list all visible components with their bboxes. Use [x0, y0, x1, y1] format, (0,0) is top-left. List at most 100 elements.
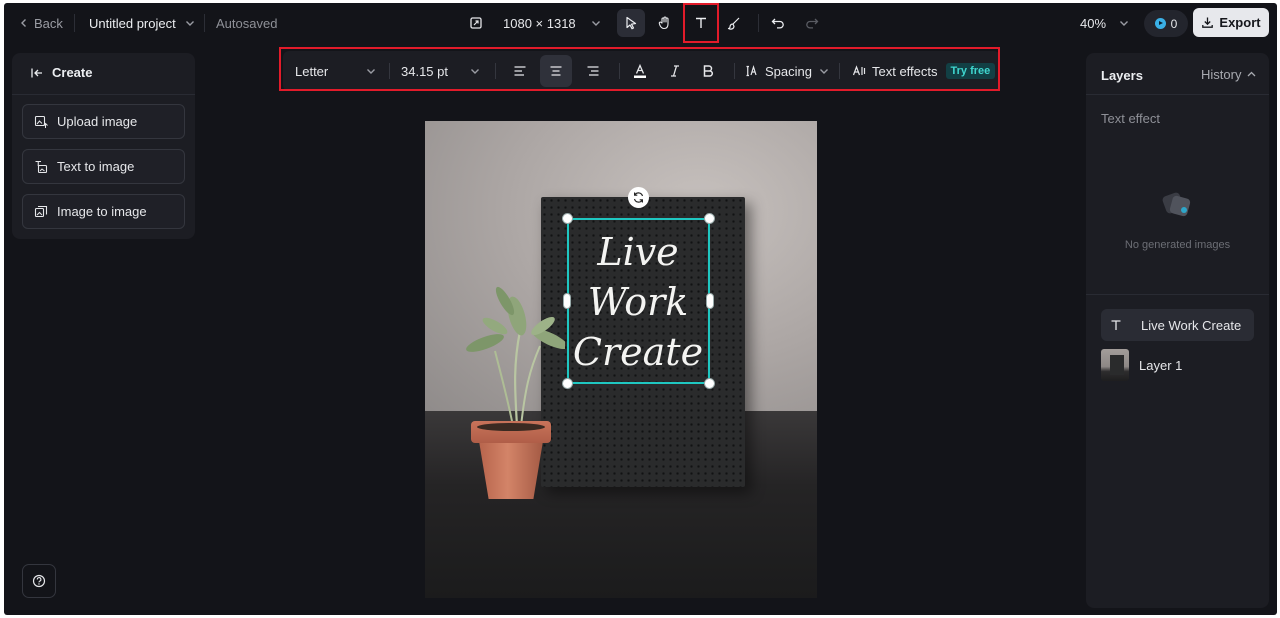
hand-tool[interactable] [651, 9, 679, 37]
align-center-button[interactable] [540, 55, 572, 87]
divider [758, 14, 759, 32]
layer-item-text[interactable]: Live Work Create [1101, 309, 1254, 341]
resize-handle-top-right[interactable] [704, 213, 715, 224]
resize-handle-bottom-right[interactable] [704, 378, 715, 389]
image-to-image-label: Image to image [57, 204, 147, 219]
help-icon [32, 574, 46, 588]
chevron-down-icon [185, 21, 194, 26]
design-canvas[interactable]: Live Work Create [425, 121, 817, 598]
resize-handle-right[interactable] [706, 293, 714, 309]
layers-panel: Layers History Text effect No generated … [1086, 53, 1269, 608]
canvas-size-dropdown[interactable]: 1080 × 1318 [469, 3, 602, 43]
font-family-dropdown[interactable]: Letter [295, 55, 377, 87]
bold-button[interactable] [692, 55, 724, 87]
create-panel-header[interactable]: Create [30, 65, 92, 80]
rotate-icon [633, 192, 644, 203]
divider [839, 63, 840, 79]
tab-history[interactable]: History [1201, 67, 1257, 82]
undo-icon [771, 18, 784, 29]
spacing-dropdown[interactable]: Spacing [745, 55, 830, 87]
export-button[interactable]: Export [1193, 8, 1269, 37]
cursor-arrow-icon [626, 16, 637, 30]
back-label: Back [34, 15, 63, 31]
text-to-image-label: Text to image [57, 159, 135, 174]
credits-button[interactable]: 0 [1144, 10, 1188, 37]
project-name: Untitled project [89, 15, 176, 31]
help-button[interactable] [22, 564, 56, 598]
image-to-image-button[interactable]: Image to image [22, 194, 185, 229]
chevron-down-icon [471, 69, 479, 74]
upload-image-button[interactable]: Upload image [22, 104, 185, 139]
italic-icon [671, 65, 679, 77]
text-format-toolbar: Letter 34.15 pt Spacing Text effects Try… [283, 51, 1000, 91]
autosave-status: Autosaved [216, 15, 278, 31]
chevron-down-icon [591, 21, 600, 26]
pot-body [479, 441, 543, 499]
text-to-image-button[interactable]: Text to image [22, 149, 185, 184]
align-left-icon [514, 66, 526, 76]
spacing-icon [746, 64, 757, 77]
chevron-up-icon [1247, 71, 1256, 77]
tab-history-label: History [1201, 67, 1242, 82]
empty-images-icon [1162, 192, 1191, 217]
zoom-dropdown[interactable]: 40% [1080, 3, 1130, 43]
redo-icon [806, 18, 819, 29]
plant-sprout-image [466, 286, 565, 427]
divider [1086, 294, 1269, 295]
layer-item-image[interactable]: Layer 1 [1101, 349, 1254, 381]
text-color-icon [634, 63, 646, 78]
italic-button[interactable] [659, 55, 691, 87]
canvas-size: 1080 × 1318 [503, 15, 576, 31]
redo-button[interactable] [798, 9, 826, 37]
credits-count: 0 [1170, 16, 1178, 31]
tab-layers[interactable]: Layers [1101, 68, 1143, 83]
font-size-value: 34.15 pt [401, 63, 448, 79]
text-tool[interactable] [687, 9, 715, 37]
resize-handle-left[interactable] [563, 293, 571, 309]
project-name-dropdown[interactable]: Untitled project [89, 3, 196, 43]
resize-handle-bottom-left[interactable] [562, 378, 573, 389]
upload-image-icon [34, 115, 48, 128]
empty-state-text: No generated images [1124, 239, 1231, 251]
brush-tool[interactable] [720, 9, 748, 37]
divider [734, 63, 735, 79]
export-label: Export [1219, 15, 1261, 30]
text-color-button[interactable] [624, 55, 656, 87]
credit-coin-icon [1154, 18, 1166, 29]
divider [389, 63, 390, 79]
brush-icon [727, 17, 740, 30]
layer-name: Live Work Create [1141, 317, 1242, 333]
back-button[interactable]: Back [18, 3, 63, 43]
create-panel-title: Create [52, 65, 93, 80]
chevron-down-icon [367, 69, 375, 74]
editor-app: Back Untitled project Autosaved 1080 × 1… [4, 3, 1277, 615]
image-layer-thumbnail [1101, 349, 1129, 381]
image-to-image-icon [34, 205, 48, 217]
undo-button[interactable] [764, 9, 792, 37]
align-center-icon [550, 66, 562, 76]
text-effects-button[interactable]: Text effects Try free [852, 55, 996, 87]
create-panel: Create Upload image Text to image Image … [12, 53, 195, 239]
top-bar: Back Untitled project Autosaved 1080 × 1… [4, 3, 1277, 43]
upload-image-label: Upload image [57, 114, 138, 129]
divider [74, 14, 75, 32]
chevron-down-icon [819, 69, 828, 74]
divider [619, 63, 620, 79]
resize-icon [470, 17, 482, 29]
align-left-button[interactable] [504, 55, 536, 87]
font-size-dropdown[interactable]: 34.15 pt [401, 55, 481, 87]
rotate-handle[interactable] [628, 187, 649, 208]
spacing-label: Spacing [765, 63, 812, 79]
align-right-icon [587, 66, 599, 76]
divider [12, 94, 195, 95]
zoom-level: 40% [1080, 15, 1107, 31]
download-icon [1202, 17, 1214, 28]
select-tool[interactable] [617, 9, 645, 37]
align-right-button[interactable] [577, 55, 609, 87]
resize-handle-top-left[interactable] [562, 213, 573, 224]
pot-soil [477, 423, 545, 431]
bold-icon [703, 65, 714, 77]
clay-pot-image [471, 421, 551, 499]
text-effects-icon [852, 65, 866, 76]
try-free-badge: Try free [945, 63, 996, 79]
